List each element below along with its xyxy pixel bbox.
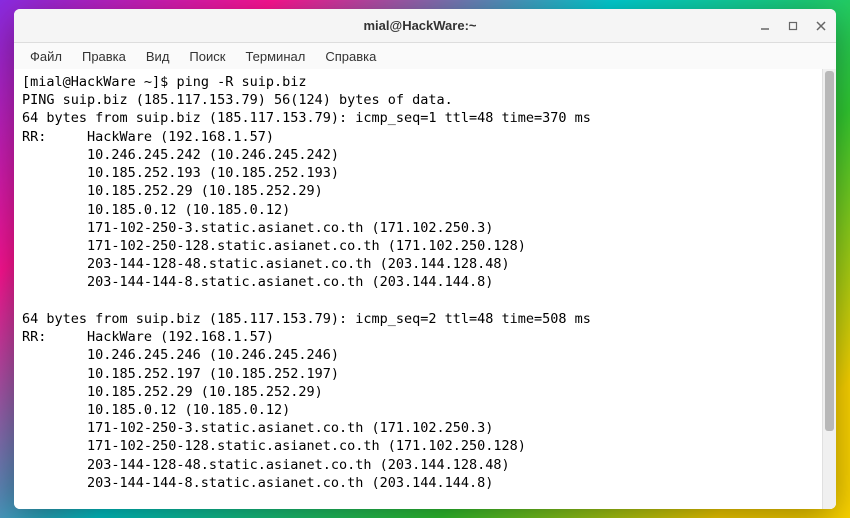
menu-view[interactable]: Вид xyxy=(136,46,180,67)
output-line: 10.185.252.193 (10.185.252.193) xyxy=(22,165,339,181)
output-line: 171-102-250-128.static.asianet.co.th (17… xyxy=(22,238,526,254)
menubar: Файл Правка Вид Поиск Терминал Справка xyxy=(14,43,836,69)
menu-edit[interactable]: Правка xyxy=(72,46,136,67)
output-line: 10.185.252.197 (10.185.252.197) xyxy=(22,366,339,382)
menu-file[interactable]: Файл xyxy=(20,46,72,67)
output-line: RR: HackWare (192.168.1.57) xyxy=(22,329,274,345)
maximize-button[interactable] xyxy=(786,19,800,33)
output-line: RR: HackWare (192.168.1.57) xyxy=(22,129,274,145)
minimize-button[interactable] xyxy=(758,19,772,33)
output-line: 10.185.252.29 (10.185.252.29) xyxy=(22,384,323,400)
output-line: 64 bytes from suip.biz (185.117.153.79):… xyxy=(22,311,591,327)
scrollbar[interactable] xyxy=(822,69,836,509)
menu-search[interactable]: Поиск xyxy=(179,46,235,67)
output-line: 10.185.0.12 (10.185.0.12) xyxy=(22,402,290,418)
output-line: 203-144-128-48.static.asianet.co.th (203… xyxy=(22,457,510,473)
window-title: mial@HackWare:~ xyxy=(82,18,758,33)
titlebar[interactable]: mial@HackWare:~ xyxy=(14,9,836,43)
terminal-area: [mial@HackWare ~]$ ping -R suip.biz PING… xyxy=(14,69,836,509)
output-line: 171-102-250-3.static.asianet.co.th (171.… xyxy=(22,420,493,436)
command-text: ping -R suip.biz xyxy=(176,74,306,90)
output-line: 203-144-128-48.static.asianet.co.th (203… xyxy=(22,256,510,272)
window-controls xyxy=(758,19,828,33)
shell-prompt: [mial@HackWare ~]$ xyxy=(22,74,176,90)
terminal-window: mial@HackWare:~ Файл Правка Вид Поиск Те… xyxy=(14,9,836,509)
close-button[interactable] xyxy=(814,19,828,33)
output-line: 10.246.245.242 (10.246.245.242) xyxy=(22,147,339,163)
output-line: 171-102-250-3.static.asianet.co.th (171.… xyxy=(22,220,493,236)
menu-help[interactable]: Справка xyxy=(315,46,386,67)
output-line: 10.185.0.12 (10.185.0.12) xyxy=(22,202,290,218)
output-line: 203-144-144-8.static.asianet.co.th (203.… xyxy=(22,475,493,491)
output-line: 203-144-144-8.static.asianet.co.th (203.… xyxy=(22,274,493,290)
output-line: 64 bytes from suip.biz (185.117.153.79):… xyxy=(22,110,591,126)
output-line: 171-102-250-128.static.asianet.co.th (17… xyxy=(22,438,526,454)
terminal-output[interactable]: [mial@HackWare ~]$ ping -R suip.biz PING… xyxy=(14,69,822,509)
output-line: 10.185.252.29 (10.185.252.29) xyxy=(22,183,323,199)
output-line: PING suip.biz (185.117.153.79) 56(124) b… xyxy=(22,92,453,108)
close-icon xyxy=(816,21,826,31)
maximize-icon xyxy=(788,21,798,31)
output-line: 10.246.245.246 (10.246.245.246) xyxy=(22,347,339,363)
menu-terminal[interactable]: Терминал xyxy=(235,46,315,67)
scroll-thumb[interactable] xyxy=(825,71,834,431)
minimize-icon xyxy=(760,21,770,31)
